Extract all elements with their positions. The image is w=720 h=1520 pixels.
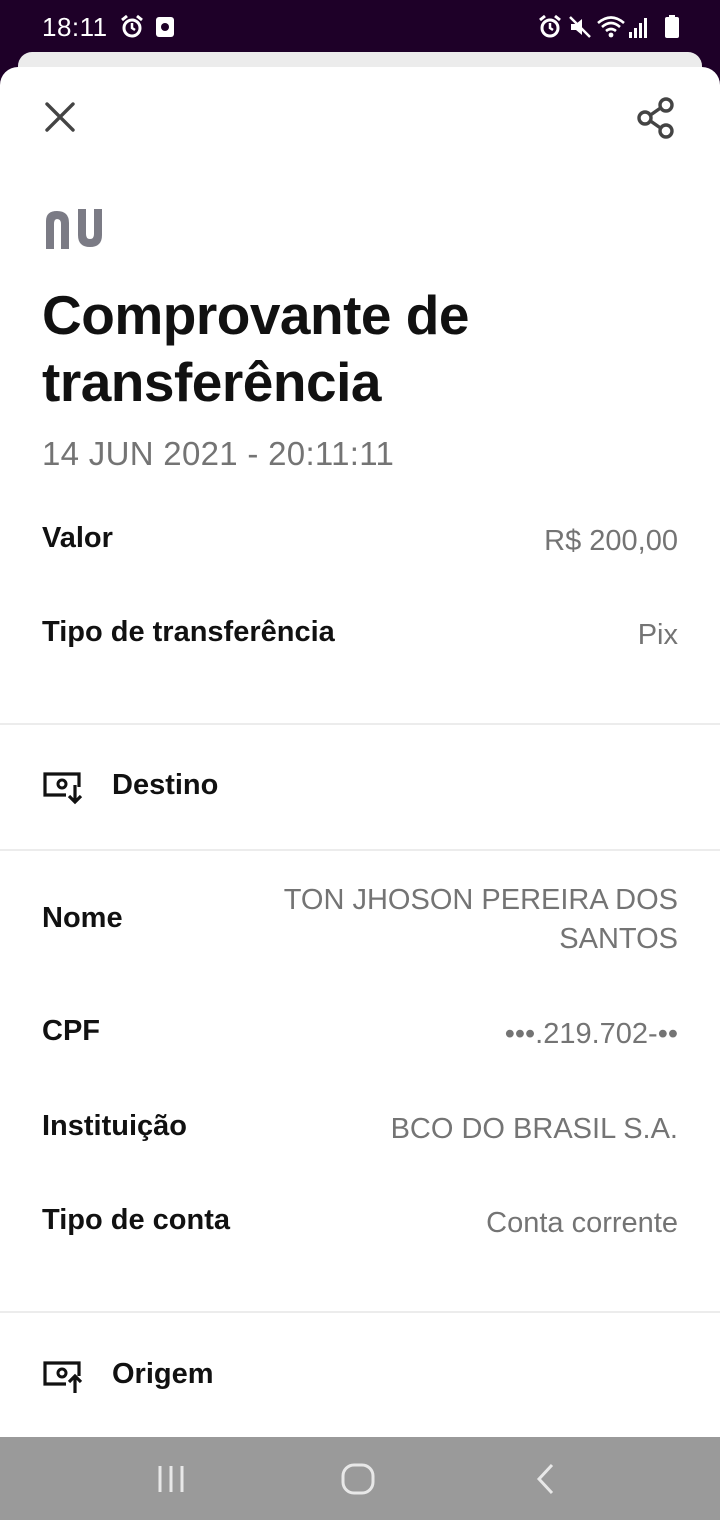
navigation-bar	[0, 1437, 720, 1520]
signal-icon	[629, 18, 647, 38]
incoming-money-icon	[43, 772, 83, 805]
recents-icon[interactable]	[151, 1459, 191, 1499]
wifi-icon	[597, 16, 625, 38]
tipo-conta-label: Tipo de conta	[42, 1204, 230, 1236]
divider	[0, 723, 720, 725]
transfer-type-label: Tipo de transferência	[42, 616, 335, 648]
transfer-type-value: Pix	[637, 619, 678, 651]
outgoing-money-icon	[43, 1361, 83, 1393]
battery-icon	[665, 15, 679, 38]
receipt-sheet: Comprovante de transferência 14 JUN 2021…	[0, 67, 720, 1437]
value-amount: R$ 200,00	[544, 525, 678, 557]
divider	[0, 849, 720, 851]
tipo-conta-value: Conta corrente	[486, 1207, 678, 1239]
instituicao-label: Instituição	[42, 1110, 188, 1142]
value-label: Valor	[42, 522, 113, 554]
divider	[0, 1311, 720, 1313]
destino-title: Destino	[112, 769, 219, 801]
alarm-icon	[121, 14, 143, 38]
transfer-datetime: 14 JUN 2021 - 20:11:11	[42, 435, 395, 472]
screen-record-icon	[156, 17, 174, 37]
status-time: 18:11	[42, 12, 108, 42]
home-icon[interactable]	[338, 1459, 378, 1499]
page-title: Comprovante de transferência	[42, 284, 469, 413]
cpf-value: •••.219.702-••	[504, 1018, 678, 1050]
alarm-icon	[539, 14, 561, 38]
nu-logo	[46, 209, 102, 249]
instituicao-value: BCO DO BRASIL S.A.	[390, 1113, 678, 1145]
nome-value: TON JHOSON PEREIRA DOS SANTOS	[283, 884, 678, 955]
mute-icon	[569, 16, 591, 38]
nome-label: Nome	[42, 902, 123, 934]
share-icon[interactable]	[634, 95, 680, 141]
close-icon[interactable]	[40, 97, 80, 137]
origem-title: Origem	[112, 1358, 214, 1390]
cpf-label: CPF	[42, 1015, 100, 1047]
back-icon[interactable]	[526, 1459, 566, 1499]
status-bar: 18:11	[0, 0, 720, 54]
